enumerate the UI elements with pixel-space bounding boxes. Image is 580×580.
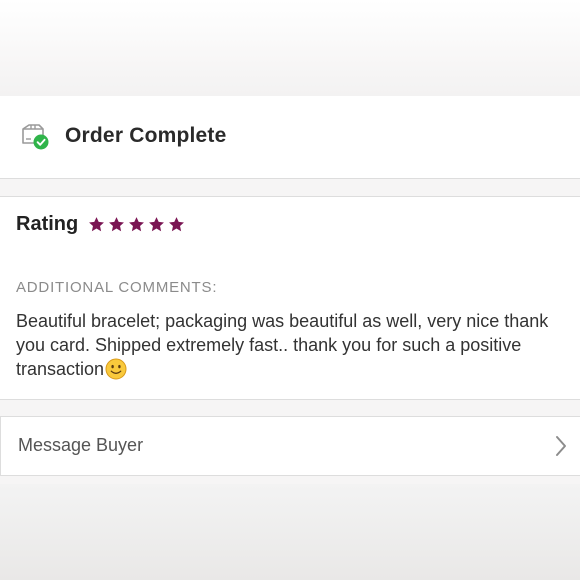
top-background [0,0,580,96]
rating-label: Rating [16,213,79,235]
star-icon [129,217,145,232]
chevron-right-icon [556,436,566,456]
additional-comments-heading: ADDITIONAL COMMENTS: [16,279,218,296]
comment-body: Beautiful bracelet; packaging was beauti… [16,309,556,381]
star-icon [89,217,105,232]
order-status-card: Order Complete [0,96,580,179]
smiling-face-emoji-icon [105,358,127,380]
message-buyer-label: Message Buyer [18,435,144,455]
star-icon [109,217,125,232]
feedback-card: Rating ADDITIONAL COMMENTS: Beautiful br… [0,196,580,400]
star-icon [149,217,165,232]
rating-row: Rating [16,213,185,236]
star-rating [88,216,185,233]
message-buyer-button[interactable]: Message Buyer [0,416,580,476]
order-status-label: Order Complete [65,124,227,147]
package-check-icon [22,124,49,150]
bottom-background [0,484,580,580]
comment-text: Beautiful bracelet; packaging was beauti… [16,311,549,379]
star-icon [169,217,185,232]
